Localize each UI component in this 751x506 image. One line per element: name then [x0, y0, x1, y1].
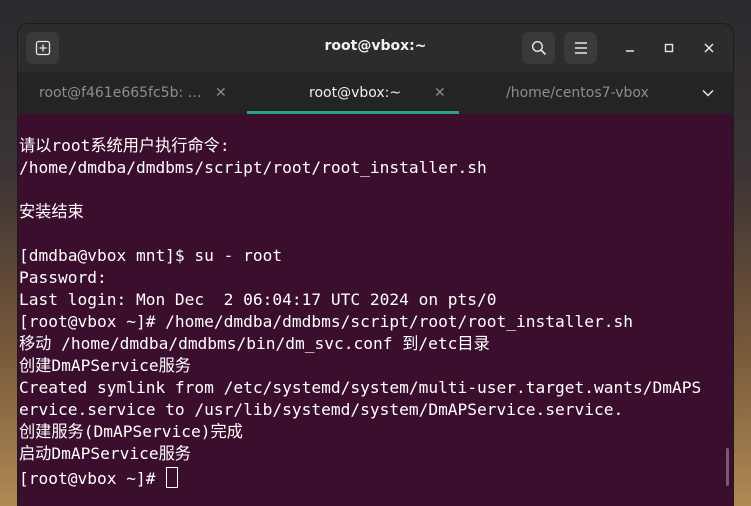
terminal-line: ervice.service to /usr/lib/systemd/syste…	[19, 400, 624, 419]
terminal-line: Created symlink from /etc/systemd/system…	[19, 378, 702, 397]
terminal-line: [dmdba@vbox mnt]$ su - root	[19, 246, 283, 265]
terminal-line: Password:	[19, 268, 107, 287]
tab-label: /home/centos7-vbox	[506, 85, 649, 101]
tab-label: root@f461e665fc5b: …	[39, 85, 202, 101]
tab-root-f461e665fc5b[interactable]: root@f461e665fc5b: … ✕	[39, 72, 229, 114]
hamburger-menu-icon	[574, 42, 587, 54]
terminal-line: 创建服务(DmAPService)完成	[19, 422, 243, 441]
tabs-dropdown-button[interactable]	[702, 72, 722, 114]
terminal-line: 启动DmAPService服务	[19, 444, 191, 463]
terminal-output[interactable]: 请以root系统用户执行命令: /home/dmdba/dmdbms/scrip…	[18, 114, 733, 506]
terminal-window: root@vbox:~ root@f461e665fc5b: … ✕ root@…	[18, 24, 733, 506]
maximize-icon	[664, 43, 674, 53]
terminal-line: /home/dmdba/dmdbms/script/root/root_inst…	[19, 158, 487, 177]
close-icon	[704, 43, 714, 53]
terminal-line: 创建DmAPService服务	[19, 356, 191, 375]
title-bar: root@vbox:~	[18, 24, 733, 72]
terminal-line: 安装结束	[19, 202, 84, 221]
minimize-button[interactable]	[620, 38, 640, 58]
tab-label: root@vbox:~	[309, 85, 402, 101]
chevron-down-icon	[702, 89, 714, 97]
tab-root-vbox[interactable]: root@vbox:~ ✕	[247, 72, 459, 114]
minimize-icon	[626, 50, 634, 52]
tab-home-centos7-vbox[interactable]: /home/centos7-vbox	[506, 72, 676, 114]
maximize-button[interactable]	[659, 38, 679, 58]
shell-prompt: [root@vbox ~]#	[19, 469, 166, 488]
terminal-line: 请以root系统用户执行命令:	[19, 136, 230, 155]
terminal-line: [root@vbox ~]# /home/dmdba/dmdbms/script…	[19, 312, 633, 331]
tab-close-button[interactable]: ✕	[434, 85, 446, 101]
tab-close-button[interactable]: ✕	[215, 85, 227, 101]
terminal-line: Last login: Mon Dec 2 06:04:17 UTC 2024 …	[19, 290, 497, 309]
text-cursor	[166, 467, 179, 488]
close-button[interactable]	[699, 38, 719, 58]
menu-button[interactable]	[564, 32, 597, 64]
search-icon	[531, 40, 546, 56]
terminal-prompt-line[interactable]: [root@vbox ~]#	[19, 467, 179, 490]
scrollbar[interactable]	[726, 448, 729, 486]
terminal-line: 移动 /home/dmdba/dmdbms/bin/dm_svc.conf 到/…	[19, 334, 490, 353]
search-button[interactable]	[522, 32, 555, 64]
tab-bar: root@f461e665fc5b: … ✕ root@vbox:~ ✕ /ho…	[18, 72, 733, 114]
